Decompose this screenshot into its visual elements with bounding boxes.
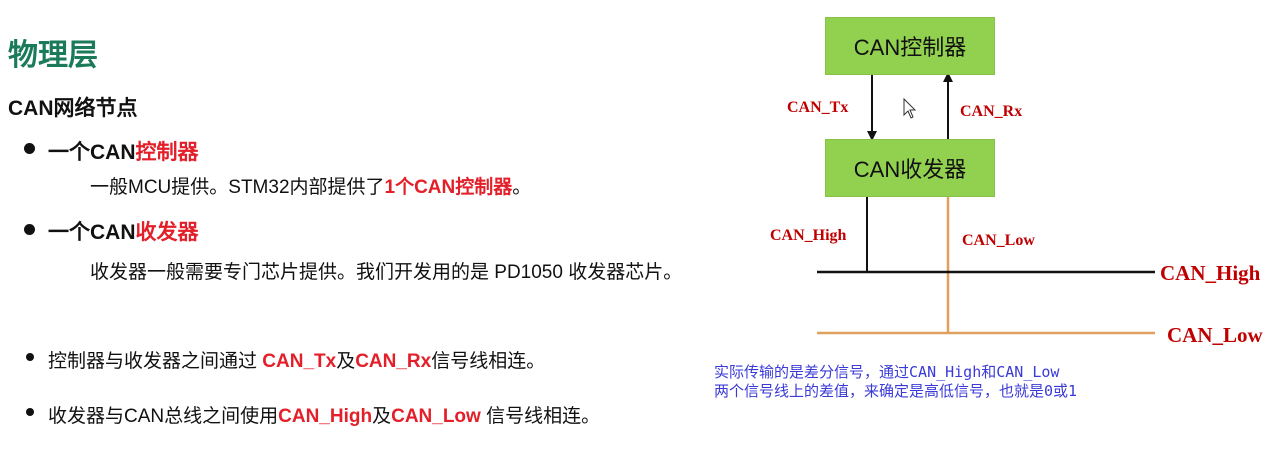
differential-note-line1: 实际传输的是差分信号，通过CAN_High和CAN_Low (714, 363, 1060, 381)
transceiver-box: CAN收发器 (825, 139, 995, 197)
rx-label: CAN_Rx (960, 103, 1023, 120)
mouse-pointer-icon (903, 97, 917, 119)
tx-label: CAN_Tx (787, 99, 849, 116)
bus-low-label: CAN_Low (1167, 323, 1263, 347)
differential-note-line2: 两个信号线上的差值，来确定是高低信号，也就是0或1 (714, 382, 1078, 400)
diagram-wires (817, 72, 1155, 335)
high-wire-label: CAN_High (770, 227, 847, 244)
controller-box: CAN控制器 (825, 17, 995, 75)
bus-high-label: CAN_High (1160, 261, 1261, 285)
low-wire-label: CAN_Low (962, 232, 1035, 249)
controller-label: CAN控制器 (853, 35, 967, 60)
transceiver-label: CAN收发器 (853, 157, 967, 182)
